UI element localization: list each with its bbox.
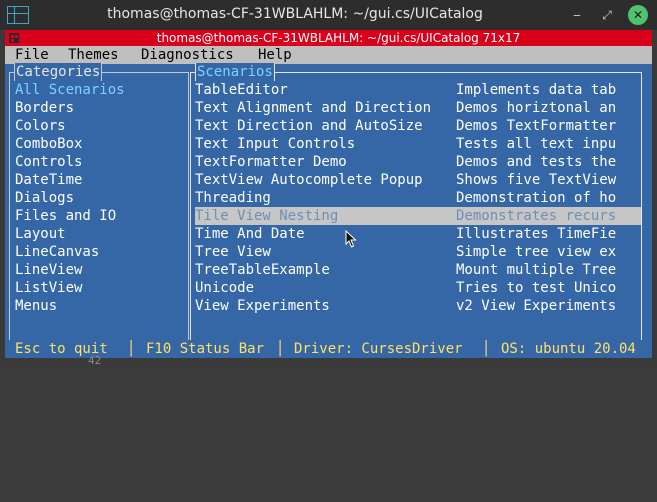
window-titlebar: thomas@thomas-CF-31WBLAHLM: ~/gui.cs/UIC… [0, 0, 657, 31]
category-item[interactable]: LineView [15, 261, 185, 279]
scenario-row[interactable]: Text Alignment and Direction Demos horizt… [195, 99, 641, 117]
status-separator: │ [482, 341, 491, 357]
category-item[interactable]: LineCanvas [15, 243, 185, 261]
terminal-background [5, 358, 652, 365]
minimize-button[interactable]: ‒ [568, 6, 586, 24]
scenarios-list[interactable]: TableEditor Implements data tab Text Align… [195, 81, 641, 315]
mouse-pointer-icon [345, 230, 357, 248]
scenario-name: Text Input Controls [195, 136, 356, 152]
scenario-description: Shows five TextView [456, 172, 617, 188]
scenario-row[interactable]: Text Input Controls Tests all text inpu [195, 135, 641, 153]
terminal-title: thomas@thomas-CF-31WBLAHLM: ~/gui.cs/UIC… [156, 31, 521, 45]
category-item[interactable]: ComboBox [15, 135, 185, 153]
scenario-row[interactable]: TreeTableExample Mount multiple Tree [195, 261, 641, 279]
menu-bar: File Themes Diagnostics Help [5, 46, 652, 64]
category-item[interactable]: Colors [15, 117, 185, 135]
scenario-description: v2 View Experiments [456, 298, 617, 314]
status-bar: Esc to quit │ F10 Status Bar │ Driver: C… [5, 340, 652, 358]
scenario-description: Illustrates TimeFie [456, 226, 617, 242]
scenario-description: Demos TextFormatter [456, 118, 617, 134]
terminal-area[interactable]: thomas@thomas-CF-31WBLAHLM: ~/gui.cs/UIC… [0, 30, 657, 367]
terminal-grid-icon [9, 33, 19, 43]
status-separator: │ [276, 341, 285, 357]
scenario-name: TextFormatter Demo [195, 154, 347, 170]
menu-help[interactable]: Help [258, 46, 292, 64]
category-item[interactable]: Menus [15, 297, 185, 315]
scenario-row[interactable]: TextView Autocomplete Popup Shows five Te… [195, 171, 641, 189]
scenario-name: TextView Autocomplete Popup [195, 172, 423, 188]
scenario-description: Demos and tests the [456, 154, 617, 170]
status-separator: │ [127, 341, 136, 357]
scenarios-title: Scenarios [195, 63, 275, 81]
scenario-row[interactable]: TextFormatter Demo Demos and tests the [195, 153, 641, 171]
scenario-name: Time And Date [195, 226, 305, 242]
scenario-name: Threading [195, 190, 271, 206]
menu-file[interactable]: File [15, 46, 49, 64]
category-item[interactable]: DateTime [15, 171, 185, 189]
scenario-description: Implements data tab [456, 82, 617, 98]
status-driver: Driver: CursesDriver [294, 341, 463, 357]
menu-diagnostics[interactable]: Diagnostics [141, 46, 234, 64]
scenario-name: TreeTableExample [195, 262, 330, 278]
scenario-row[interactable]: Unicode Tries to test Unico [195, 279, 641, 297]
scenario-name: Text Direction and AutoSize [195, 118, 423, 134]
scenario-name: View Experiments [195, 298, 330, 314]
menu-themes[interactable]: Themes [68, 46, 119, 64]
scenario-name: Tile View Nesting [195, 208, 339, 224]
scenario-description: Mount multiple Tree [456, 262, 617, 278]
categories-list[interactable]: All Scenarios Borders Colors ComboBox Contro… [15, 81, 185, 315]
category-item[interactable]: All Scenarios [15, 81, 185, 99]
category-item[interactable]: ListView [15, 279, 185, 297]
category-item[interactable]: Files and IO [15, 207, 185, 225]
scenario-description: Tries to test Unico [456, 280, 617, 296]
scenario-name: Unicode [195, 280, 255, 296]
scenario-description: Tests all text inpu [456, 136, 617, 152]
scenario-name: Text Alignment and Direction [195, 100, 432, 116]
scenario-row[interactable]: Tree View Simple tree view ex [195, 243, 641, 261]
scenario-row[interactable]: Time And Date Illustrates TimeFie [195, 225, 641, 243]
restore-button[interactable]: ⤢ [598, 6, 616, 24]
uicatalog-app: File Themes Diagnostics Help Categories … [5, 46, 652, 358]
categories-title: Categories [14, 63, 103, 81]
background-line-number: 42 [88, 354, 102, 367]
scenario-row[interactable]: Threading Demonstration of ho [195, 189, 641, 207]
scenario-description: Simple tree view ex [456, 244, 617, 260]
category-item[interactable]: Controls [15, 153, 185, 171]
category-item[interactable]: Dialogs [15, 189, 185, 207]
category-item[interactable]: Layout [15, 225, 185, 243]
scenario-description: Demonstration of ho [456, 190, 617, 206]
category-item[interactable]: Borders [15, 99, 185, 117]
scenario-name: Tree View [195, 244, 271, 260]
scenario-row[interactable]: View Experiments v2 View Experiments [195, 297, 641, 315]
terminal-titlebar: thomas@thomas-CF-31WBLAHLM: ~/gui.cs/UIC… [5, 30, 652, 46]
scenario-row[interactable]: Tile View Nesting Demonstrates recurs [195, 207, 641, 225]
scenario-row[interactable]: TableEditor Implements data tab [195, 81, 641, 99]
status-os: OS: ubuntu 20.04 [501, 341, 636, 357]
scenario-description: Demos horiztonal an [456, 100, 617, 116]
scenario-row[interactable]: Text Direction and AutoSize Demos TextFor… [195, 117, 641, 135]
scenario-description: Demonstrates recurs [456, 208, 617, 224]
status-toggle-statusbar[interactable]: F10 Status Bar [146, 340, 264, 358]
scenario-name: TableEditor [195, 82, 288, 98]
window-title: thomas@thomas-CF-31WBLAHLM: ~/gui.cs/UIC… [107, 6, 483, 22]
close-button[interactable]: ✕ [628, 5, 648, 25]
